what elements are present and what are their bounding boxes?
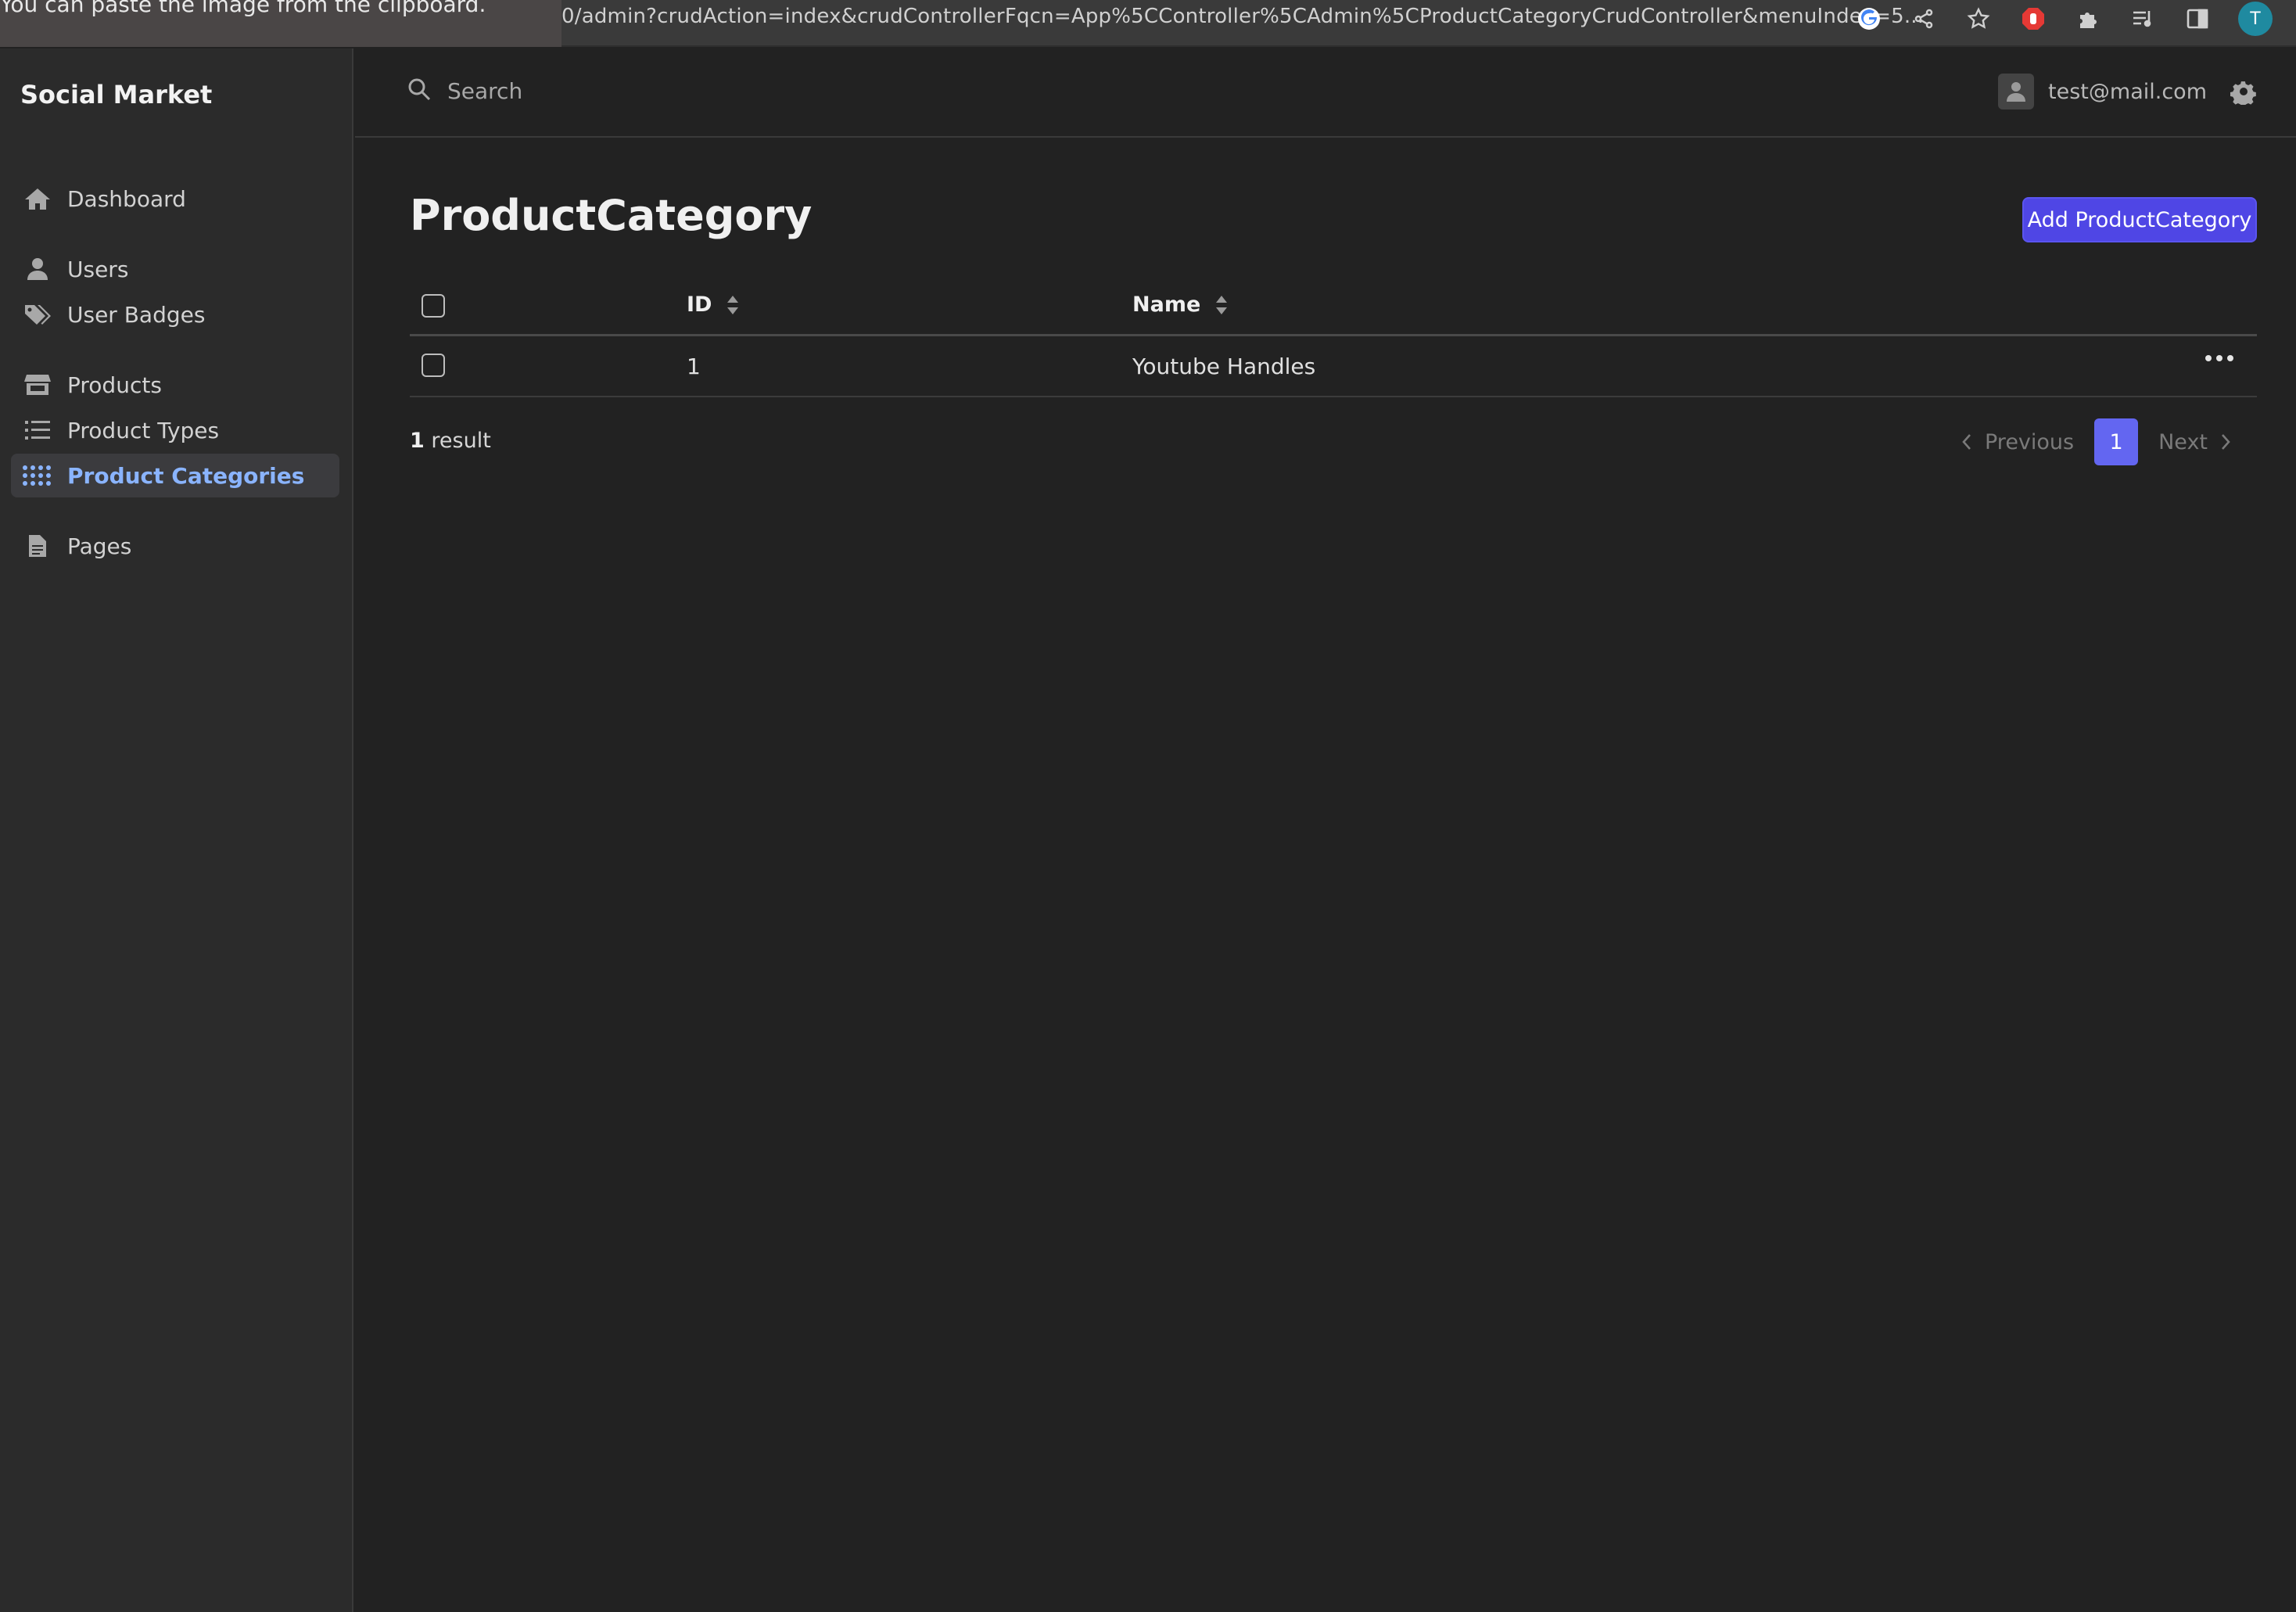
- browser-icons: T: [1855, 2, 2273, 36]
- home-icon: [20, 186, 55, 211]
- grid-icon: [20, 465, 55, 486]
- sidebar: Social Market Dashboard Users User Badge…: [0, 48, 353, 1612]
- result-number: 1: [410, 429, 425, 453]
- chevron-left-icon: [1962, 434, 1971, 450]
- user-icon: [20, 257, 55, 282]
- column-header-name[interactable]: Name: [1132, 293, 1229, 317]
- profile-avatar[interactable]: T: [2238, 2, 2273, 36]
- table-header: ID Name: [410, 278, 2257, 336]
- result-label: result: [431, 429, 491, 453]
- column-label: Name: [1132, 293, 1201, 317]
- top-header: test@mail.com: [355, 48, 2296, 138]
- clipboard-toast-text: You can paste the image from the clipboa…: [0, 0, 486, 17]
- sidebar-item-label: Product Categories: [67, 462, 305, 489]
- brand-title[interactable]: Social Market: [20, 80, 212, 110]
- sidebar-item-label: Product Types: [67, 417, 220, 443]
- gear-icon[interactable]: [2230, 78, 2257, 105]
- column-label: ID: [687, 293, 712, 317]
- search-input[interactable]: [447, 70, 1151, 111]
- sidebar-item-product-categories[interactable]: Product Categories: [11, 454, 339, 497]
- sidebar-item-label: Dashboard: [67, 185, 186, 212]
- sidebar-item-products[interactable]: Products: [11, 363, 339, 407]
- page-number-current[interactable]: 1: [2094, 418, 2139, 465]
- cell-id: 1: [687, 354, 701, 379]
- row-checkbox[interactable]: [422, 354, 445, 377]
- user-avatar-icon: [1998, 74, 2035, 110]
- pagination: Previous 1 Next: [1961, 418, 2231, 466]
- result-count: 1 result: [410, 429, 491, 453]
- user-menu[interactable]: test@mail.com: [1998, 72, 2257, 111]
- previous-label: Previous: [1985, 429, 2075, 454]
- sidebar-item-label: User Badges: [67, 301, 206, 328]
- sort-icon: [1214, 294, 1229, 316]
- adblock-extension-icon[interactable]: [2019, 5, 2047, 33]
- previous-page-button[interactable]: Previous: [1961, 430, 2074, 454]
- sidebar-item-users[interactable]: Users: [11, 247, 339, 291]
- reading-list-icon[interactable]: [2129, 5, 2157, 33]
- store-icon: [20, 373, 55, 397]
- browser-toolbar: 0/admin?crudAction=index&crudControllerF…: [0, 0, 2296, 47]
- sidebar-item-dashboard[interactable]: Dashboard: [11, 177, 339, 221]
- share-icon[interactable]: [1910, 5, 1938, 33]
- sidebar-item-product-types[interactable]: Product Types: [11, 408, 339, 452]
- bookmark-star-icon[interactable]: [1964, 5, 1993, 33]
- data-table: ID Name 1 Youtube Handles: [410, 278, 2257, 397]
- add-productcategory-button[interactable]: Add ProductCategory: [2022, 197, 2257, 242]
- column-header-id[interactable]: ID: [687, 293, 740, 317]
- clipboard-toast: You can paste the image from the clipboa…: [0, 0, 561, 47]
- sidebar-item-pages[interactable]: Pages: [11, 524, 339, 568]
- page-title: ProductCategory: [410, 191, 813, 240]
- row-actions-ellipsis-icon[interactable]: [2205, 355, 2233, 361]
- google-icon[interactable]: [1855, 5, 1883, 33]
- list-icon: [20, 419, 55, 441]
- sidebar-item-label: Users: [67, 256, 129, 282]
- side-panel-icon[interactable]: [2183, 5, 2212, 33]
- next-label: Next: [2158, 429, 2208, 454]
- sidebar-item-user-badges[interactable]: User Badges: [11, 293, 339, 336]
- sidebar-item-label: Products: [67, 372, 162, 398]
- file-icon: [20, 533, 55, 558]
- address-bar-url[interactable]: 0/admin?crudAction=index&crudControllerF…: [561, 5, 1924, 28]
- cell-name: Youtube Handles: [1132, 354, 1316, 379]
- select-all-checkbox[interactable]: [422, 294, 445, 318]
- sidebar-item-label: Pages: [67, 533, 132, 559]
- sort-icon: [726, 294, 740, 316]
- tags-icon: [20, 303, 55, 326]
- extensions-puzzle-icon[interactable]: [2074, 5, 2102, 33]
- chevron-right-icon: [2222, 434, 2230, 450]
- table-row: 1 Youtube Handles: [410, 336, 2257, 397]
- next-page-button[interactable]: Next: [2158, 430, 2231, 454]
- user-email: test@mail.com: [2048, 79, 2207, 104]
- search-icon: [407, 77, 432, 105]
